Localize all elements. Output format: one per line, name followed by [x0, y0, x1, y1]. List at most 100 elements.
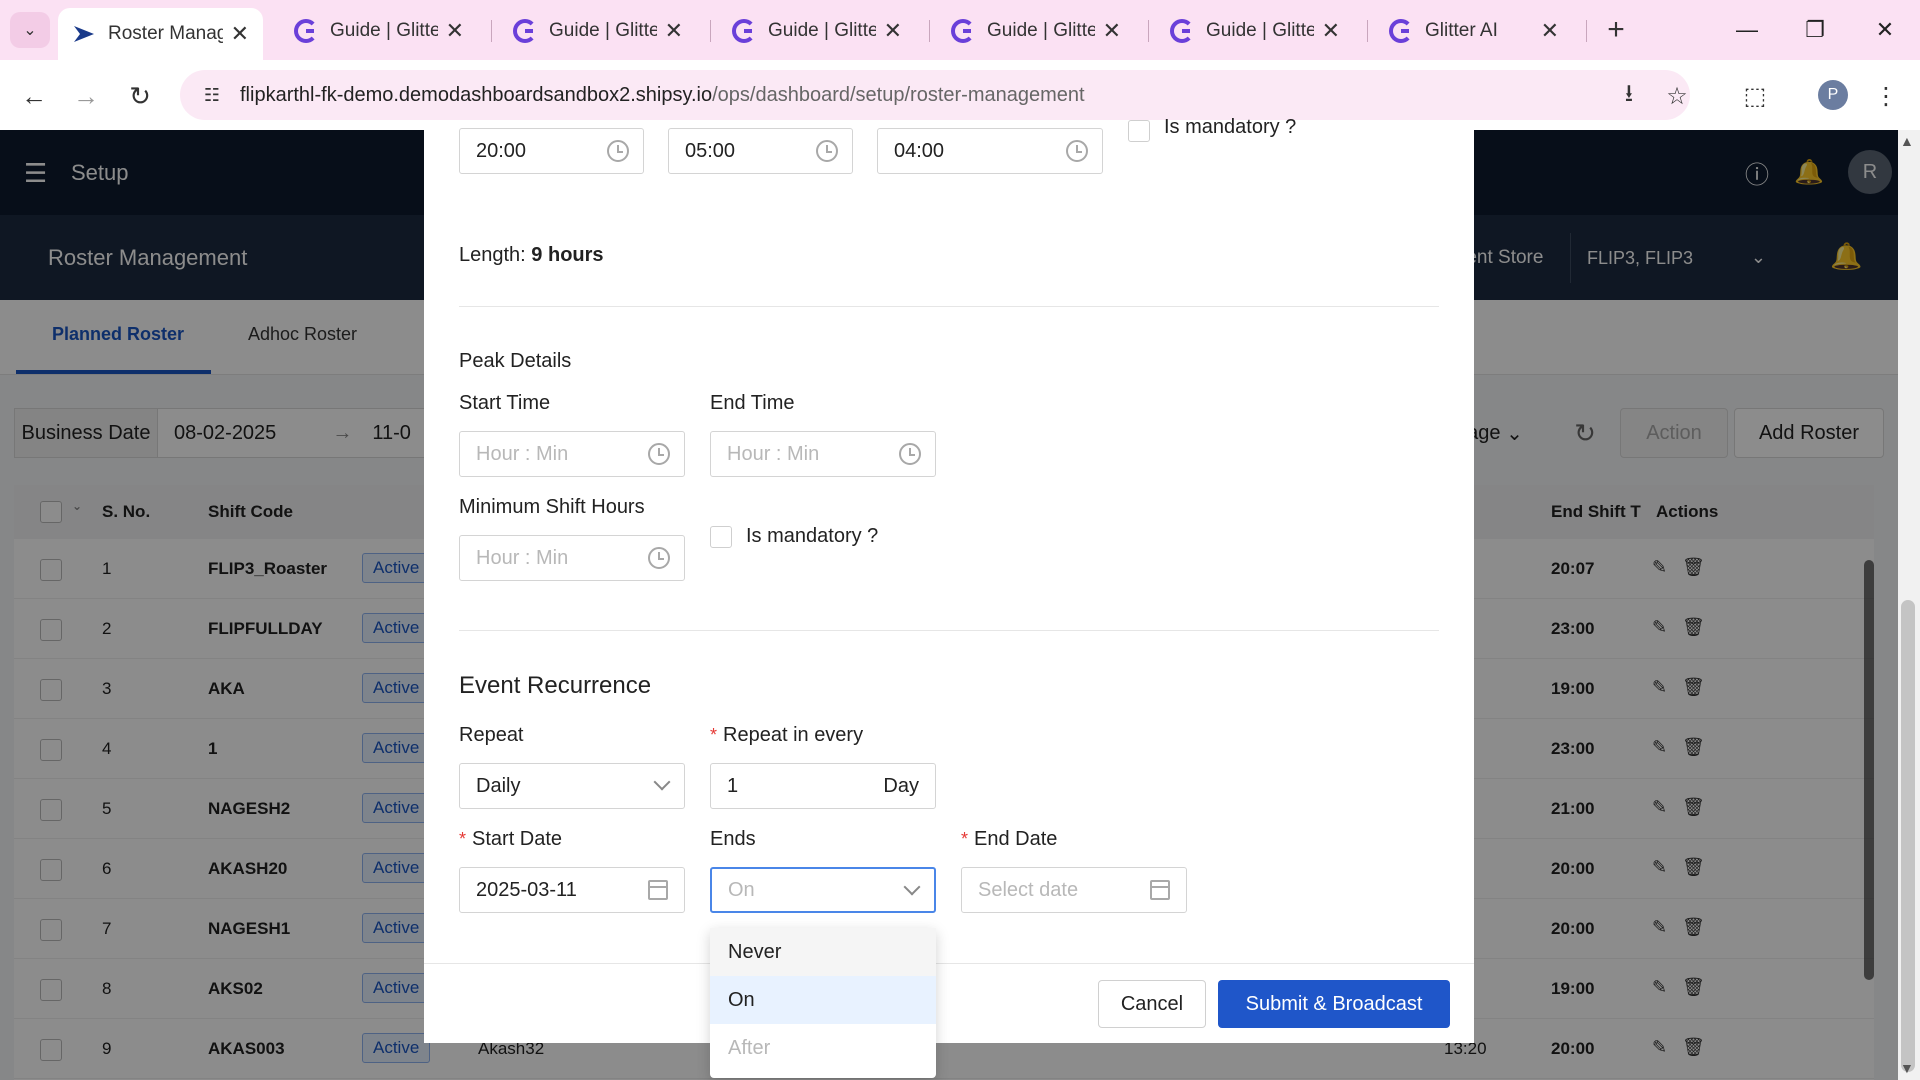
- browser-tab-bar: ⌄ Roster Manag ✕ Guide | Glitter ✕ Guide…: [0, 0, 1920, 60]
- ends-select[interactable]: On: [710, 867, 936, 913]
- chevron-down-icon: [903, 878, 921, 896]
- tab-label: Guide | Glitter: [987, 20, 1095, 41]
- glitter-logo-icon: [513, 19, 537, 43]
- tab-guide-4[interactable]: Guide | Glitter ✕: [937, 8, 1135, 54]
- tab-guide-2[interactable]: Guide | Glitter ✕: [499, 8, 697, 54]
- glitter-logo-icon: [294, 19, 318, 43]
- shift-start-time-input[interactable]: 20:00: [459, 128, 644, 174]
- tab-label: Roster Manag: [108, 23, 223, 44]
- close-icon[interactable]: ✕: [446, 18, 464, 44]
- clock-icon: [816, 140, 838, 162]
- close-icon[interactable]: ✕: [1541, 18, 1559, 44]
- end-date-picker[interactable]: Select date: [961, 867, 1187, 913]
- ends-option-after[interactable]: After: [710, 1024, 936, 1072]
- restore-button[interactable]: ❐: [1790, 10, 1840, 50]
- roster-modal: 20:00 05:00 04:00 Is mandatory ? Length:…: [424, 116, 1474, 1043]
- repeat-every-input[interactable]: 1 Day: [710, 763, 936, 809]
- scroll-down-icon[interactable]: ▼: [1900, 1060, 1914, 1076]
- footer-divider: [424, 963, 1474, 964]
- tab-label: Guide | Glitter: [1206, 20, 1314, 41]
- tab-separator: [929, 20, 930, 42]
- clock-icon: [607, 140, 629, 162]
- clock-icon: [1066, 140, 1088, 162]
- tab-guide-3[interactable]: Guide | Glitter ✕: [718, 8, 916, 54]
- divider: [459, 630, 1439, 631]
- repeat-every-value: 1: [727, 774, 739, 797]
- new-tab-button[interactable]: +: [1598, 10, 1634, 50]
- placeholder: Hour : Min: [727, 442, 820, 465]
- start-date-picker[interactable]: 2025-03-11: [459, 867, 685, 913]
- start-date-value: 2025-03-11: [476, 878, 577, 901]
- tab-separator: [710, 20, 711, 42]
- tab-roster-management[interactable]: Roster Manag ✕: [58, 8, 263, 60]
- ends-value: On: [728, 878, 755, 901]
- scroll-up-icon[interactable]: ▲: [1900, 133, 1914, 149]
- glitter-logo-icon: [1389, 19, 1413, 43]
- browser-menu-icon[interactable]: ⋮: [1866, 76, 1906, 116]
- repeat-every-label: * Repeat in every: [710, 724, 864, 746]
- close-window-button[interactable]: ✕: [1860, 10, 1910, 50]
- peak-details-title: Peak Details: [459, 350, 572, 372]
- tab-label: Guide | Glitter: [768, 20, 876, 41]
- length-value: 9 hours: [531, 244, 604, 266]
- peak-min-hours-label: Minimum Shift Hours: [459, 496, 645, 518]
- tab-separator: [1148, 20, 1149, 42]
- divider: [459, 306, 1439, 307]
- repeat-select[interactable]: Daily: [459, 763, 685, 809]
- clock-icon: [648, 547, 670, 569]
- install-app-icon[interactable]: ⭳: [1609, 76, 1649, 116]
- end-date-placeholder: Select date: [978, 878, 1079, 901]
- submit-broadcast-button[interactable]: Submit & Broadcast: [1218, 980, 1450, 1028]
- ends-label: Ends: [710, 828, 756, 850]
- peak-end-time-input[interactable]: Hour : Min: [710, 431, 936, 477]
- ends-dropdown-menu: Never On After: [710, 928, 936, 1078]
- close-icon[interactable]: ✕: [665, 18, 683, 44]
- shift-length: Length: 9 hours: [459, 244, 604, 267]
- bookmark-star-icon[interactable]: ☆: [1657, 76, 1697, 116]
- peak-min-hours-input[interactable]: Hour : Min: [459, 535, 685, 581]
- tab-guide-5[interactable]: Guide | Glitter ✕: [1156, 8, 1354, 54]
- url-omnibox[interactable]: ☷ flipkarthl-fk-demo.demodashboardsandbo…: [180, 70, 1690, 120]
- tab-search-button[interactable]: ⌄: [10, 12, 50, 48]
- close-icon[interactable]: ✕: [884, 18, 902, 44]
- min-shift-hours-input[interactable]: 04:00: [877, 128, 1103, 174]
- profile-avatar[interactable]: P: [1818, 80, 1848, 110]
- close-icon[interactable]: ✕: [1322, 18, 1340, 44]
- tab-separator: [1586, 20, 1587, 42]
- reload-button[interactable]: ↻: [120, 76, 160, 116]
- shift-start-time-value: 20:00: [476, 139, 527, 162]
- shift-end-time-value: 05:00: [685, 139, 736, 162]
- tab-label: Guide | Glitter: [549, 20, 657, 41]
- extensions-icon[interactable]: ⬚: [1735, 76, 1775, 116]
- repeat-label: Repeat: [459, 724, 524, 746]
- top-mandatory-label: Is mandatory ?: [1164, 116, 1297, 138]
- peak-mandatory-label: Is mandatory ?: [746, 525, 879, 547]
- peak-mandatory-checkbox[interactable]: [710, 526, 732, 548]
- chevron-down-icon: ⌄: [23, 22, 37, 39]
- forward-button[interactable]: →: [66, 76, 106, 116]
- tab-glitter-ai[interactable]: Glitter AI ✕: [1375, 8, 1573, 54]
- site-settings-icon[interactable]: ☷: [200, 83, 224, 107]
- url-text: flipkarthl-fk-demo.demodashboardsandbox2…: [240, 83, 1085, 106]
- close-icon[interactable]: ✕: [231, 21, 249, 47]
- tab-separator: [1367, 20, 1368, 42]
- ends-option-on[interactable]: On: [710, 976, 936, 1024]
- clock-icon: [648, 443, 670, 465]
- page-scrollbar-thumb[interactable]: [1901, 600, 1915, 1072]
- back-button[interactable]: ←: [14, 76, 54, 116]
- shipsy-logo-icon: [74, 26, 94, 42]
- length-label: Length:: [459, 244, 526, 266]
- placeholder: Hour : Min: [476, 442, 569, 465]
- peak-start-time-input[interactable]: Hour : Min: [459, 431, 685, 477]
- ends-option-never[interactable]: Never: [710, 928, 936, 976]
- top-mandatory-checkbox[interactable]: [1128, 120, 1150, 142]
- start-date-label: * Start Date: [459, 828, 563, 850]
- shift-end-time-input[interactable]: 05:00: [668, 128, 853, 174]
- tab-guide-1[interactable]: Guide | Glitter ✕: [280, 8, 478, 54]
- repeat-value: Daily: [476, 774, 521, 797]
- end-date-label: * End Date: [961, 828, 1058, 850]
- minimize-button[interactable]: —: [1722, 10, 1772, 50]
- close-icon[interactable]: ✕: [1103, 18, 1121, 44]
- cancel-button[interactable]: Cancel: [1098, 980, 1206, 1028]
- glitter-logo-icon: [1170, 19, 1194, 43]
